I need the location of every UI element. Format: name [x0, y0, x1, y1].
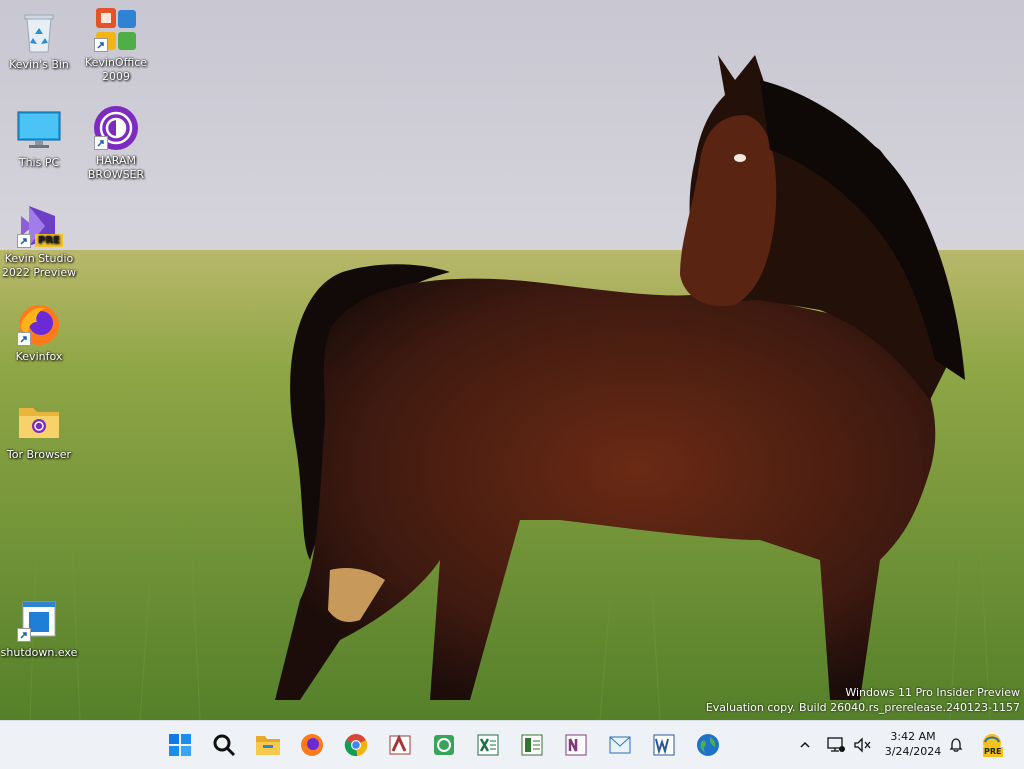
shortcut-arrow-icon	[94, 38, 108, 52]
chevron-up-icon	[800, 741, 810, 748]
desktop-icon-haram-browser[interactable]: HARAM BROWSER	[77, 104, 155, 182]
file-explorer-icon	[256, 736, 280, 755]
chrome-icon	[344, 734, 368, 757]
evaluation-watermark: Windows 11 Pro Insider Preview Evaluatio…	[706, 685, 1020, 715]
clock-button[interactable]: 3:42 AM 3/24/2024	[878, 729, 948, 759]
desktop-icon-label: KevinOffice 2009	[84, 56, 148, 83]
search-button[interactable]	[208, 729, 240, 761]
folder-icon	[15, 398, 63, 446]
start-icon	[169, 734, 191, 756]
desktop-icon-label: HARAM BROWSER	[87, 154, 145, 181]
taskbar-excel[interactable]	[472, 729, 504, 761]
access-icon	[389, 734, 411, 755]
start-button[interactable]	[164, 729, 196, 761]
firefox-icon	[301, 734, 323, 756]
tor-onion-icon	[92, 104, 140, 152]
desktop-icon-label: Kevin Studio 2022 Preview	[1, 252, 77, 279]
desktop-icon-label: Kevinfox	[15, 350, 63, 363]
notifications-button[interactable]	[946, 729, 966, 761]
taskbar-outlook[interactable]	[604, 729, 636, 761]
desktop-icon-recycle-bin[interactable]: Kevin's Bin	[0, 8, 78, 72]
search-icon	[213, 734, 236, 757]
desktop-icon-this-pc[interactable]: This PC	[0, 106, 78, 170]
desktop-icon-kevinoffice[interactable]: KevinOffice 2009	[77, 6, 155, 84]
desktop-icon-label: Kevin's Bin	[9, 58, 69, 71]
taskbar-onenote[interactable]	[560, 729, 592, 761]
taskbar-chrome[interactable]	[340, 729, 372, 761]
word-icon	[653, 734, 675, 756]
taskbar-globe[interactable]	[692, 729, 724, 761]
firefox-icon	[15, 300, 63, 348]
watermark-line-2: Evaluation copy. Build 26040.rs_prerelea…	[705, 701, 1020, 714]
desktop-icon-shutdown[interactable]: shutdown.exe	[0, 596, 78, 660]
outlook-icon	[609, 736, 631, 754]
bell-icon	[949, 738, 963, 752]
desktop-icon-label: Tor Browser	[6, 448, 72, 461]
clock-date: 3/24/2024	[884, 745, 942, 758]
volume-button[interactable]	[852, 729, 872, 761]
shortcut-arrow-icon	[17, 234, 31, 248]
shortcut-arrow-icon	[94, 136, 108, 150]
document-icon	[15, 596, 63, 644]
desktop-icon-label: shutdown.exe	[0, 646, 78, 659]
desktop-icon-label: This PC	[18, 156, 60, 169]
onenote-icon	[565, 734, 587, 756]
watermark-line-1: Windows 11 Pro Insider Preview	[845, 686, 1020, 699]
taskbar: 3:42 AM 3/24/2024 PRE	[0, 720, 1024, 769]
shortcut-arrow-icon	[17, 332, 31, 346]
insider-badge-text: PRE	[983, 747, 1003, 757]
taskbar-publisher[interactable]	[428, 729, 460, 761]
network-icon	[827, 737, 845, 752]
taskbar-file-explorer[interactable]	[252, 729, 284, 761]
recycle-bin-icon	[15, 8, 63, 56]
shortcut-arrow-icon	[17, 628, 31, 642]
desktop-icon-tor-browser[interactable]: Tor Browser	[0, 398, 78, 462]
network-button[interactable]	[826, 729, 846, 761]
excel-icon	[477, 734, 499, 756]
clock-time: 3:42 AM	[890, 730, 936, 743]
preview-badge: PRE	[35, 234, 63, 247]
volume-muted-icon	[854, 737, 871, 753]
taskbar-access[interactable]	[384, 729, 416, 761]
visual-studio-icon: PRE	[15, 202, 63, 250]
show-hidden-icons-button[interactable]	[796, 729, 814, 761]
taskbar-project[interactable]	[516, 729, 548, 761]
taskbar-word[interactable]	[648, 729, 680, 761]
taskbar-firefox[interactable]	[296, 729, 328, 761]
desktop-icon-kevin-studio[interactable]: PRE Kevin Studio 2022 Preview	[0, 202, 78, 280]
monitor-icon	[15, 106, 63, 154]
publisher-icon	[434, 735, 454, 755]
globe-icon	[697, 734, 719, 756]
project-icon	[521, 734, 543, 756]
office-icon	[92, 6, 140, 54]
insider-badge[interactable]: PRE	[978, 729, 1006, 761]
desktop-icon-kevinfox[interactable]: Kevinfox	[0, 300, 78, 364]
